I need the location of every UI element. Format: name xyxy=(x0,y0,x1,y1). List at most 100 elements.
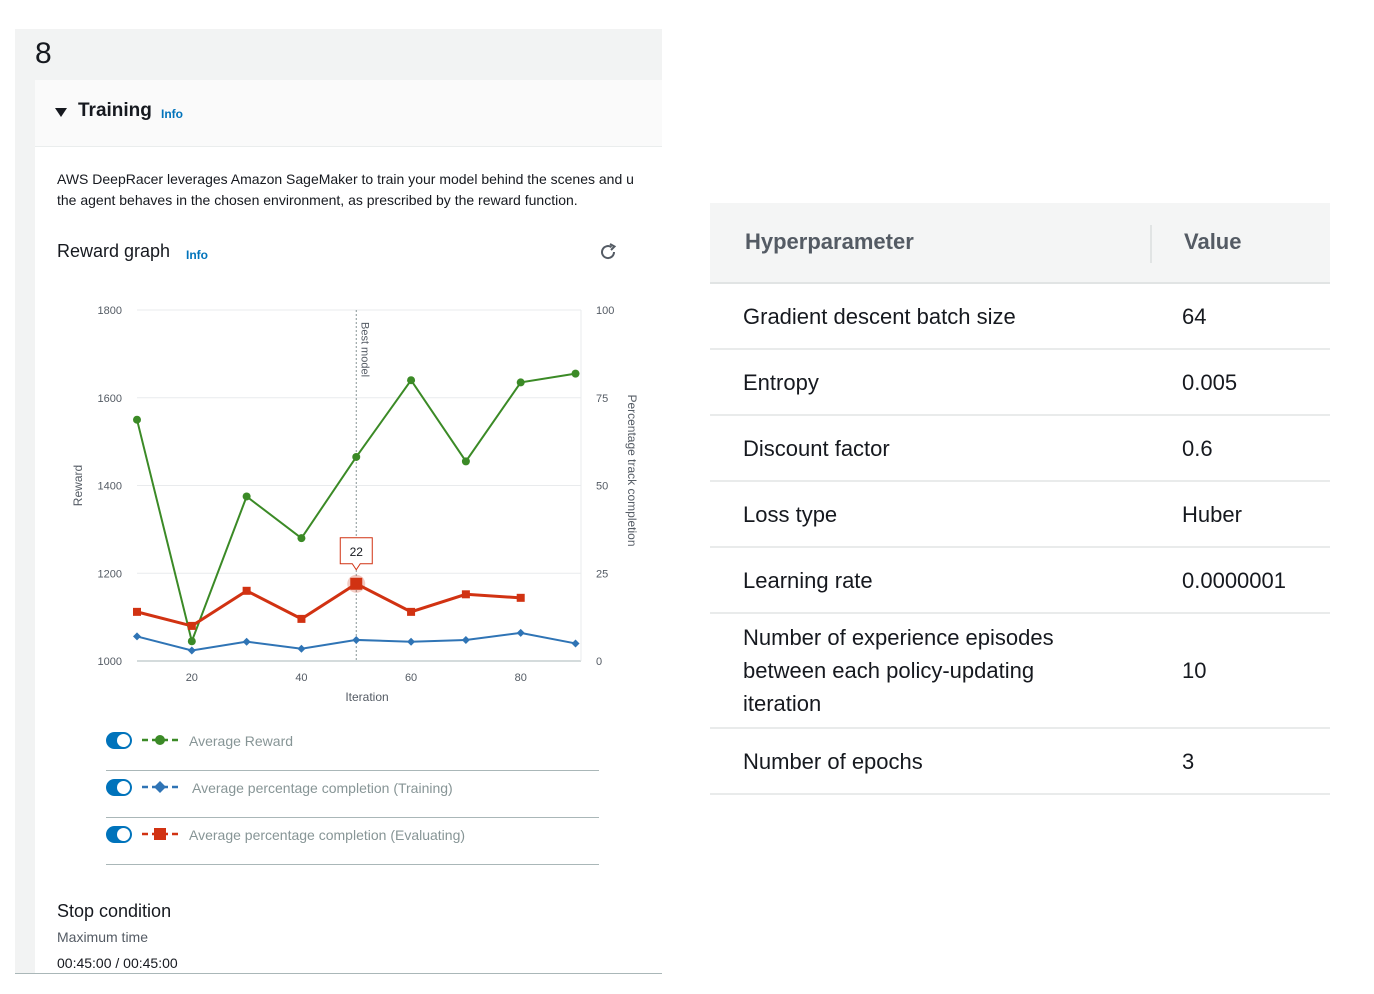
step-number: 8 xyxy=(35,37,52,70)
y-tick-label-right: 100 xyxy=(596,305,614,317)
data-point xyxy=(187,637,196,646)
data-point xyxy=(297,614,306,623)
toggle-training[interactable] xyxy=(106,779,132,796)
series-line xyxy=(136,582,521,628)
param-value: 3 xyxy=(1182,749,1195,774)
data-point xyxy=(242,492,251,501)
data-point xyxy=(407,607,416,616)
param-value: 64 xyxy=(1182,304,1207,329)
data-point xyxy=(461,635,470,644)
data-point xyxy=(407,376,416,385)
legend-item-evaluating[interactable]: Average percentage completion (Evaluatin… xyxy=(106,817,599,865)
y-tick-label-right: 75 xyxy=(596,393,608,405)
training-section-header[interactable]: Training Info xyxy=(35,80,662,147)
column-header-hyperparameter: Hyperparameter xyxy=(745,229,914,254)
data-point xyxy=(352,452,361,461)
data-point xyxy=(297,534,306,543)
x-tick-label: 80 xyxy=(515,672,527,684)
y-tick-label-left: 1800 xyxy=(98,305,122,317)
data-point xyxy=(187,646,196,655)
reward-graph-chart: 1000 1200 1400 1600 1800 0 25 50 75 100 20 40 60 80 It… xyxy=(71,305,639,704)
stop-condition-title: Stop condition xyxy=(57,901,172,921)
reward-graph-title: Reward graph xyxy=(57,241,171,261)
data-point xyxy=(516,593,525,602)
data-point xyxy=(516,628,525,637)
param-name: Learning rate xyxy=(743,568,873,593)
y-tick-label-left: 1400 xyxy=(98,481,122,493)
y-axis-label-left: Reward xyxy=(71,465,85,506)
legend-label-training: Average percentage completion (Training) xyxy=(192,780,453,796)
legend-item-training[interactable]: Average percentage completion (Training) xyxy=(106,770,599,818)
table-row: Discount factor 0.6 xyxy=(710,416,1330,482)
training-title: Training xyxy=(78,100,152,121)
square-marker-icon xyxy=(142,828,178,840)
toggle-average-reward[interactable] xyxy=(106,732,132,749)
training-panel: 8 Training Info AWS DeepRacer leverages … xyxy=(15,29,662,974)
circle-marker-icon xyxy=(142,735,178,745)
highlighted-point xyxy=(350,577,363,590)
legend-label-average-reward: Average Reward xyxy=(189,733,294,749)
param-name: Discount factor xyxy=(743,436,890,461)
x-tick-label: 20 xyxy=(186,672,198,684)
reward-graph-info-link[interactable]: Info xyxy=(186,248,208,262)
param-name: Loss type xyxy=(743,502,838,527)
training-description: AWS DeepRacer leverages Amazon SageMaker… xyxy=(57,169,662,211)
data-point xyxy=(571,369,580,378)
y-tick-label-right: 0 xyxy=(596,656,602,668)
y-axis-label-right: Percentage track completion xyxy=(625,394,639,546)
data-point xyxy=(187,621,196,630)
stop-condition-value: 00:45:00 / 00:45:00 xyxy=(57,955,178,971)
column-divider xyxy=(1150,225,1152,263)
diamond-marker-icon xyxy=(142,781,178,793)
description-line-2: the agent behaves in the chosen environm… xyxy=(57,192,578,208)
param-value: 10 xyxy=(1182,658,1207,683)
tooltip-value: 22 xyxy=(350,545,364,559)
refresh-icon[interactable] xyxy=(597,241,619,263)
step-bar: 8 xyxy=(15,29,662,80)
table-row: Learning rate 0.0000001 xyxy=(710,548,1330,614)
param-value: 0.005 xyxy=(1182,370,1238,395)
data-point xyxy=(133,607,141,616)
column-header-value: Value xyxy=(1184,229,1242,254)
data-point xyxy=(407,637,416,646)
data-point xyxy=(352,635,361,644)
param-value: Huber xyxy=(1182,502,1242,527)
x-tick-label: 40 xyxy=(295,672,307,684)
y-tick-label-right: 25 xyxy=(596,568,608,580)
data-point xyxy=(461,457,470,466)
table-row: Number of epochs 3 xyxy=(710,729,1330,795)
caret-down-icon[interactable] xyxy=(55,108,67,117)
param-value: 0.0000001 xyxy=(1182,568,1286,593)
y-tick-label-left: 1000 xyxy=(98,656,122,668)
param-name: Number of epochs xyxy=(743,749,923,774)
table-row: Entropy 0.005 xyxy=(710,350,1330,416)
table-row: Loss type Huber xyxy=(710,482,1330,548)
param-name: Entropy xyxy=(743,370,819,395)
data-point xyxy=(133,415,141,424)
param-name: Gradient descent batch size xyxy=(743,304,1016,329)
x-axis-label: Iteration xyxy=(345,690,388,704)
data-point xyxy=(242,637,251,646)
data-point xyxy=(461,590,470,599)
y-tick-label-left: 1200 xyxy=(98,568,122,580)
description-line-1: AWS DeepRacer leverages Amazon SageMaker… xyxy=(57,171,634,187)
table-row: Number of experience episodes between ea… xyxy=(710,614,1330,729)
legend-item-average-reward[interactable]: Average Reward xyxy=(106,723,599,771)
legend-label-evaluating: Average percentage completion (Evaluatin… xyxy=(189,827,466,843)
param-name: Number of experience episodes between ea… xyxy=(743,625,1054,716)
hyperparameter-table: Hyperparameter Value Gradient descent ba… xyxy=(710,203,1330,795)
training-info-link[interactable]: Info xyxy=(161,107,183,121)
best-model-label: Best model xyxy=(358,322,370,377)
data-point xyxy=(242,586,251,595)
data-point xyxy=(297,644,306,653)
y-tick-label-left: 1600 xyxy=(98,393,122,405)
divider xyxy=(15,973,662,974)
table-header: Hyperparameter Value xyxy=(710,203,1330,284)
data-point xyxy=(516,378,525,387)
left-gutter xyxy=(15,29,35,974)
data-point xyxy=(571,639,580,648)
table-row: Gradient descent batch size 64 xyxy=(710,284,1330,350)
toggle-evaluating[interactable] xyxy=(106,826,132,843)
x-tick-label: 60 xyxy=(405,672,417,684)
data-point xyxy=(133,632,141,641)
